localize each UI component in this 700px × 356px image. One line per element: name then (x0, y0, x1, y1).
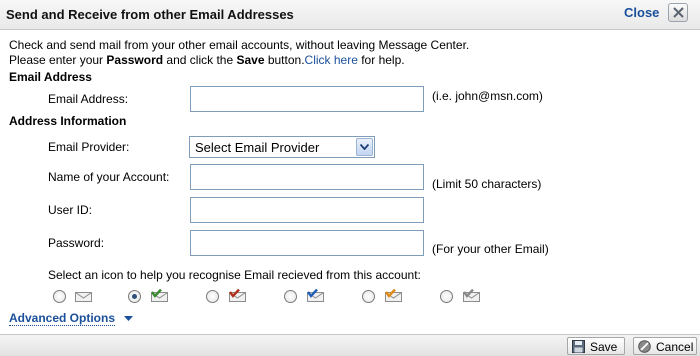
help-link[interactable]: Click here (305, 53, 358, 67)
envelope-gray-check-icon (463, 289, 480, 302)
intro-line-1: Check and send mail from your other emai… (9, 38, 470, 52)
account-name-label: Name of your Account: (48, 170, 170, 184)
save-button[interactable]: Save (567, 337, 625, 355)
close-icon (673, 7, 684, 18)
email-provider-label: Email Provider: (48, 140, 130, 154)
cancel-button-label: Cancel (656, 340, 694, 354)
user-id-label: User ID: (48, 203, 93, 217)
advanced-options-link[interactable]: Advanced Options (9, 311, 116, 326)
dialog-title: Send and Receive from other Email Addres… (6, 7, 294, 22)
triangle-down-icon (124, 316, 133, 321)
intro-line-2: Please enter your Password and click the… (9, 53, 405, 67)
icon-select-prompt: Select an icon to help you recognise Ema… (48, 268, 421, 282)
dropdown-button[interactable] (356, 138, 373, 156)
envelope-plain-icon (75, 292, 92, 302)
email-address-input[interactable] (190, 86, 424, 112)
icon-option-radio[interactable] (128, 290, 141, 303)
envelope-blue-check-icon (307, 289, 324, 302)
envelope-orange-check-icon (385, 289, 402, 302)
envelope-green-check-icon (151, 289, 168, 302)
dialog-titlebar: Send and Receive from other Email Addres… (0, 0, 700, 30)
password-hint: (For your other Email) (432, 242, 549, 256)
email-provider-select[interactable]: Select Email Provider (189, 136, 375, 158)
icon-option-radio[interactable] (53, 290, 66, 303)
email-address-hint: (i.e. john@msn.com) (432, 89, 543, 103)
email-address-label: Email Address: (48, 92, 129, 106)
account-name-hint: (Limit 50 characters) (432, 177, 542, 191)
account-name-input[interactable] (190, 164, 424, 190)
icon-option-radio[interactable] (206, 290, 219, 303)
password-label: Password: (48, 236, 105, 250)
close-button[interactable] (668, 3, 688, 22)
close-link[interactable]: Close (624, 5, 659, 20)
cancel-button[interactable]: Cancel (633, 337, 697, 355)
icon-option-radio[interactable] (362, 290, 375, 303)
email-section-heading: Email Address (9, 70, 92, 84)
icon-option-radio[interactable] (284, 290, 297, 303)
save-button-label: Save (590, 340, 618, 354)
email-provider-selected: Select Email Provider (195, 140, 320, 155)
icon-option-radio[interactable] (440, 290, 453, 303)
address-section-heading: Address Information (9, 114, 127, 128)
user-id-input[interactable] (190, 197, 424, 223)
chevron-down-icon (360, 144, 369, 150)
envelope-red-check-icon (229, 289, 246, 302)
password-input[interactable] (190, 230, 424, 256)
cancel-icon (638, 340, 651, 353)
dialog-footer: Save Cancel (0, 334, 700, 356)
save-icon (572, 340, 585, 353)
